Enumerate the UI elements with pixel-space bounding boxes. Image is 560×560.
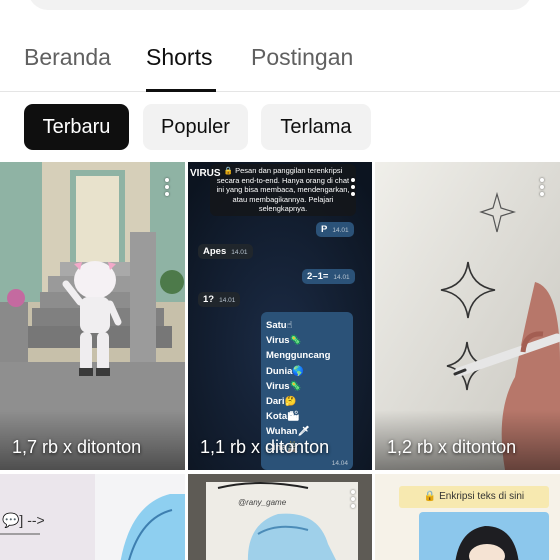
active-tab-underline [146,89,216,92]
tab-shorts-label: Shorts [146,44,213,70]
more-options-icon[interactable] [348,490,358,512]
list-line: Dunia🌎 [266,365,305,377]
bubble-text: Apes [203,246,227,257]
bubble-time: 14.01 [231,249,248,256]
short-thumbnail-1[interactable]: 1,7 rb x ditonton [0,162,185,470]
list-line: Satu☝ [266,320,293,331]
chat-bubble-p: P 14.01 [316,222,354,237]
list-line: Kota🏙 [266,411,300,423]
sort-chip-bar: Terbaru Populer Terlama [0,104,560,150]
view-count: 1,7 rb x ditonton [12,437,142,457]
bubble-time: 14.01 [333,274,350,281]
short-thumbnail-4[interactable]: 💬] --> [0,474,185,560]
short-thumbnail-5[interactable]: @rany_game [188,474,372,560]
short-thumbnail-6[interactable]: 🔒 Enkripsi teks di sini [375,474,560,560]
tab-shorts[interactable]: Shorts [146,22,216,92]
overlay-text: @rany_game [238,498,287,507]
chat-bubble-21: 2–1= 14.01 [302,269,355,284]
more-options-icon[interactable] [537,178,547,200]
chat-bubble-apes: Apes 14.01 [198,244,253,259]
shorts-grid: 1,7 rb x ditonton 🔒 Pesan dan panggilan … [0,162,560,560]
short-thumbnail-2[interactable]: 🔒 Pesan dan panggilan terenkripsi secara… [188,162,372,470]
channel-tab-bar: Beranda Shorts Postingan [0,22,560,92]
list-line: Dari🤔 [266,396,297,408]
chat-bubble-question: 1? 14.01 [198,292,241,307]
chip-popular[interactable]: Populer [143,104,248,150]
search-box[interactable] [28,0,532,10]
corner-text: VIRUS [190,168,221,179]
encryption-notice: 🔒 Pesan dan panggilan terenkripsi secara… [210,164,356,216]
list-line: Mengguncang [266,350,331,362]
tab-posts[interactable]: Postingan [251,22,353,92]
more-options-icon[interactable] [348,178,358,200]
chip-latest[interactable]: Terbaru [24,104,129,150]
bubble-time: 14.04 [331,460,348,467]
overlay-text: 💬] --> [2,512,45,528]
tab-home[interactable]: Beranda [24,22,111,92]
view-count: 1,2 rb x ditonton [387,437,517,457]
bubble-time: 14.01 [219,297,236,304]
bubble-text: 2–1= [307,271,329,282]
sketch-paper-image [188,474,372,560]
list-line: Virus🦠 [266,380,302,392]
channel-shorts-page: Beranda Shorts Postingan Terbaru Populer… [0,0,560,560]
list-line: Virus🦠 [266,335,302,347]
bubble-text: P [321,224,328,235]
bubble-text: 1? [203,294,215,305]
chip-oldest[interactable]: Terlama [261,104,371,150]
short-thumbnail-3[interactable]: 1,2 rb x ditonton [375,162,560,470]
encryption-notice: 🔒 Enkripsi teks di sini [399,486,549,508]
bubble-time: 14.01 [332,227,349,234]
view-count: 1,1 rb x ditonton [200,437,330,457]
more-options-icon[interactable] [162,178,172,200]
